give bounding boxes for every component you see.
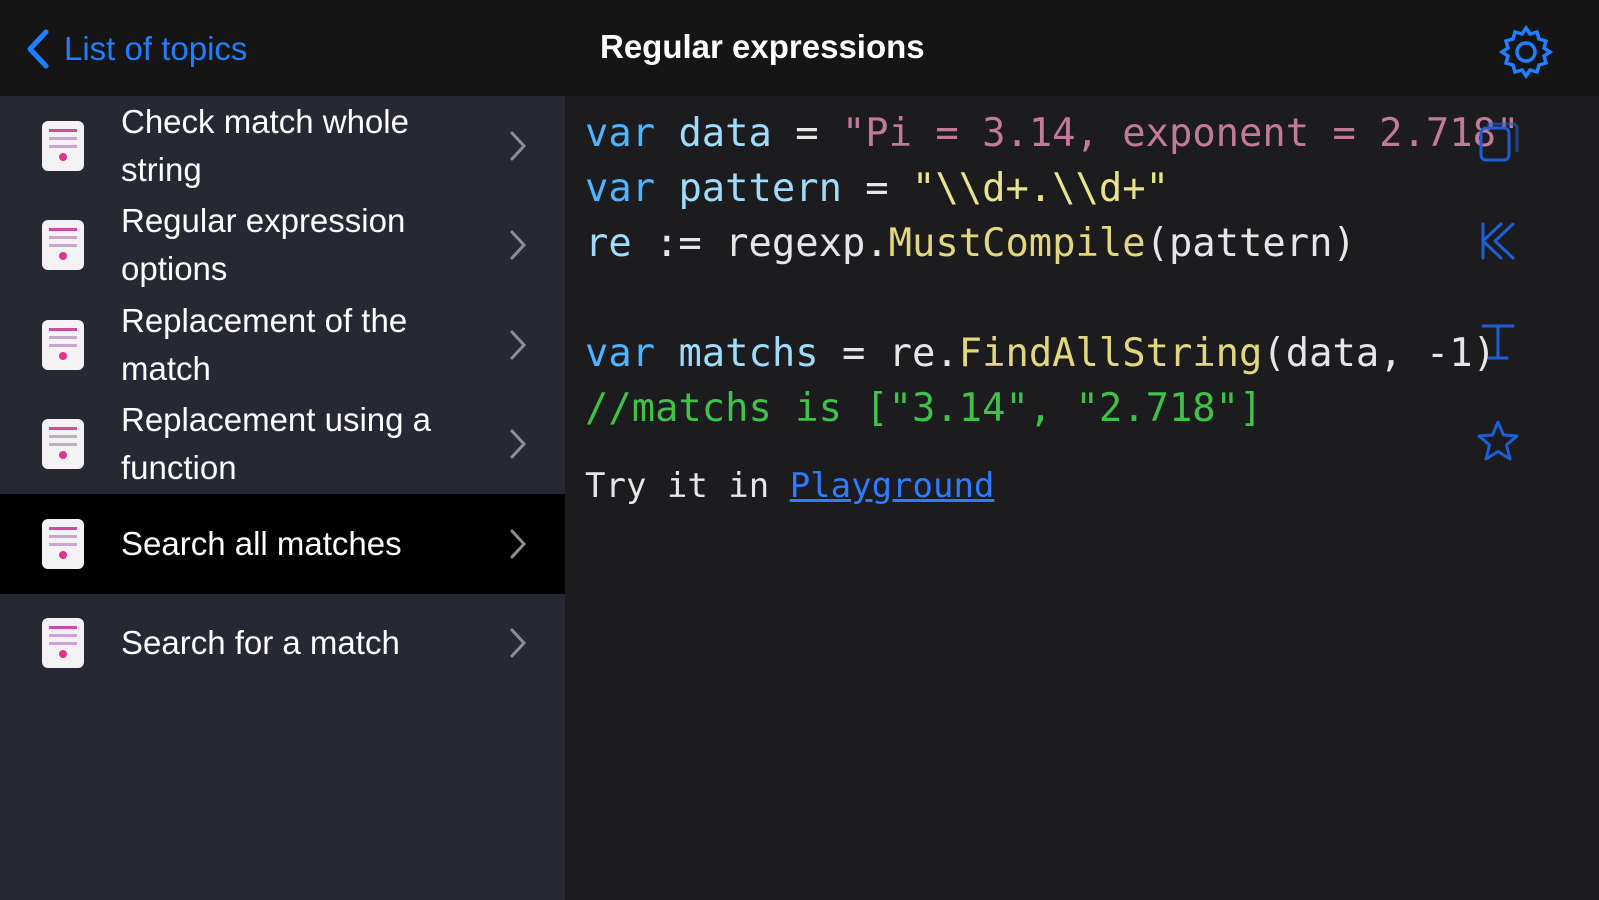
topic-list: Check match whole string Regular express…: [0, 96, 565, 900]
chevron-right-icon: [510, 429, 527, 459]
list-item-label: Replacement of the match: [121, 301, 408, 387]
code-operator: =: [841, 166, 913, 211]
code-variable: pattern: [678, 166, 842, 211]
code-text: (pattern): [1145, 221, 1356, 266]
list-item-label: Search for a match: [121, 624, 400, 662]
list-item[interactable]: Check match whole string: [0, 96, 565, 196]
code-file-icon: [42, 319, 84, 370]
code-viewer: var data = "Pi = 3.14, exponent = 2.718"…: [565, 96, 1599, 900]
chevron-right-icon: [510, 330, 527, 360]
back-button-label: List of topics: [64, 30, 248, 67]
list-item-label: Check match whole string: [121, 102, 409, 188]
list-item-selected[interactable]: Search all matches: [0, 494, 565, 594]
list-item[interactable]: Search for a match: [0, 594, 565, 694]
code-variable: matchs: [678, 331, 819, 376]
star-icon[interactable]: [1475, 418, 1521, 464]
playground-link[interactable]: Playground: [790, 466, 995, 506]
list-item-label: Search all matches: [121, 524, 402, 562]
code-file-icon: [42, 220, 84, 271]
code-file-icon: [42, 419, 84, 470]
code-function: FindAllString: [958, 331, 1263, 376]
try-it-prefix: Try it in: [585, 466, 790, 506]
code-keyword: var: [585, 331, 656, 376]
run-icon[interactable]: [1475, 218, 1521, 264]
copy-icon[interactable]: [1475, 118, 1521, 164]
code-keyword: var: [585, 111, 656, 156]
page-title: Regular expressions: [600, 28, 925, 65]
code-file-icon: [42, 120, 84, 171]
code-line: var data = "Pi = 3.14, exponent = 2.718": [585, 111, 1519, 156]
chevron-right-icon: [510, 230, 527, 260]
code-block: var data = "Pi = 3.14, exponent = 2.718"…: [585, 106, 1519, 436]
try-it-line: Try it in Playground: [585, 466, 994, 506]
list-item-label: Replacement using a function: [121, 401, 432, 487]
code-variable: re: [585, 221, 632, 266]
code-comment: //matchs is ["3.14", "2.718"]: [585, 386, 1263, 431]
code-string: "Pi = 3.14, exponent = 2.718": [841, 111, 1520, 156]
code-file-icon: [42, 518, 84, 569]
code-file-icon: [42, 618, 84, 669]
code-keyword: var: [585, 166, 656, 211]
code-operator: =: [771, 111, 842, 156]
code-operator: := regexp.: [631, 221, 889, 266]
chevron-right-icon: [510, 529, 527, 559]
list-item-label: Regular expression options: [121, 202, 406, 288]
code-function: MustCompile: [888, 221, 1146, 266]
code-operator: = re.: [818, 331, 959, 376]
list-item[interactable]: Regular expression options: [0, 196, 565, 296]
code-line: var pattern = "\\d+.\\d+": [585, 166, 1169, 211]
list-item[interactable]: Replacement using a function: [0, 395, 565, 495]
back-button[interactable]: List of topics: [26, 24, 247, 74]
gear-icon[interactable]: [1496, 22, 1556, 82]
list-item[interactable]: Replacement of the match: [0, 295, 565, 395]
code-text: (data, -1): [1262, 331, 1496, 376]
chevron-right-icon: [510, 628, 527, 658]
chevron-right-icon: [510, 131, 527, 161]
code-string: "\\d+.\\d+": [912, 166, 1169, 211]
code-line: re := regexp.MustCompile(pattern): [585, 221, 1356, 266]
navigation-bar: List of topics Regular expressions: [0, 0, 1599, 96]
font-size-icon[interactable]: [1475, 318, 1521, 364]
code-variable: data: [678, 111, 772, 156]
chevron-left-icon: [27, 29, 49, 69]
code-line: var matchs = re.FindAllString(data, -1): [585, 331, 1496, 376]
